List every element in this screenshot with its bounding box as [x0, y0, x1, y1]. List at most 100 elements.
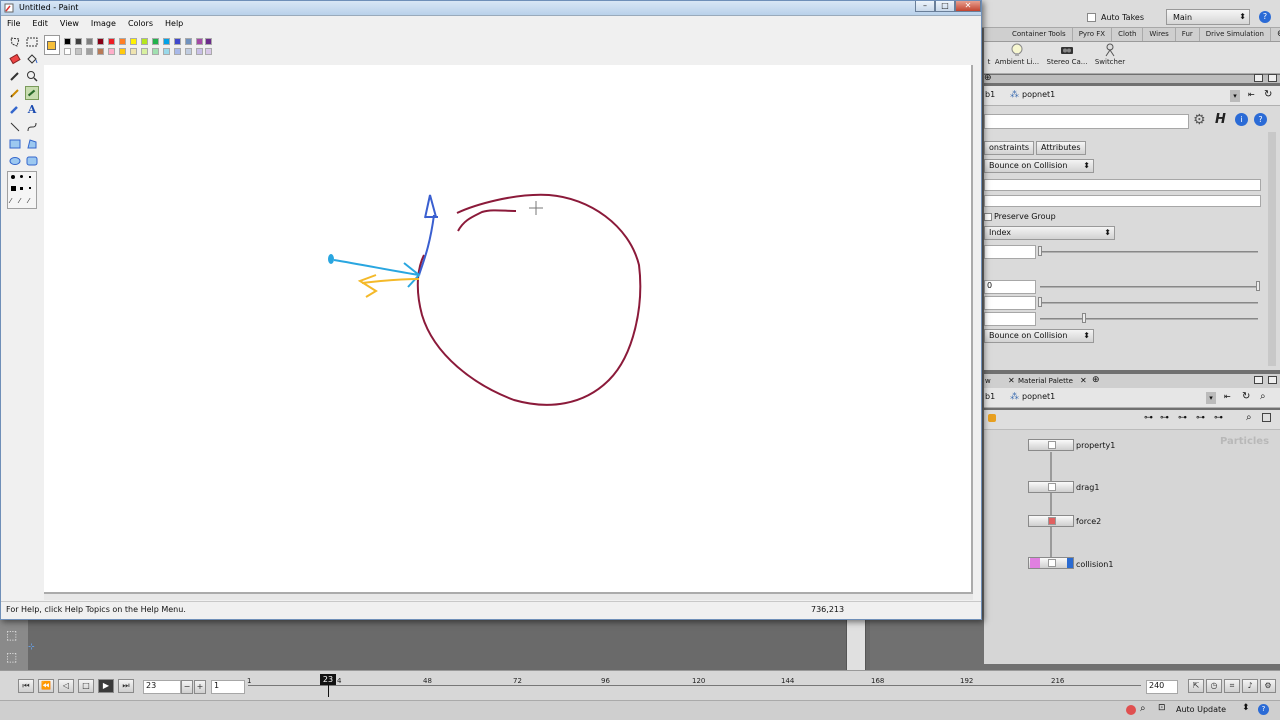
keyframe-icon[interactable]: ⌗ [1224, 679, 1240, 693]
slider-track-1[interactable] [1040, 251, 1258, 253]
options-icon[interactable]: ⚙ [1260, 679, 1276, 693]
clock-icon[interactable]: ◷ [1206, 679, 1222, 693]
palette-swatch[interactable] [141, 38, 148, 45]
maximize-button[interactable]: □ [935, 1, 955, 12]
frame-decrement-button[interactable]: − [181, 680, 193, 694]
frame-increment-button[interactable]: + [194, 680, 206, 694]
step-field[interactable]: 1 [211, 680, 245, 694]
palette-swatch[interactable] [130, 38, 137, 45]
auto-update-label[interactable]: Auto Update [1176, 705, 1226, 714]
current-frame-marker[interactable]: 23 [320, 674, 336, 685]
palette-swatch[interactable] [108, 38, 115, 45]
palette-swatch[interactable] [75, 38, 82, 45]
network-tab-material-palette[interactable]: Material Palette [1018, 377, 1073, 385]
param-scrollbar[interactable] [1268, 132, 1276, 366]
refresh-icon[interactable]: ↻ [1264, 89, 1272, 100]
brush-size-option[interactable]: ⁄ [10, 197, 11, 205]
preserve-group-checkbox[interactable] [984, 213, 992, 221]
current-colors[interactable] [44, 35, 60, 55]
node-force2[interactable] [1028, 515, 1074, 527]
eraser-icon[interactable] [8, 52, 22, 66]
menu-file[interactable]: File [1, 16, 26, 31]
path-dropdown-icon[interactable]: ▾ [1230, 90, 1240, 102]
stop-button[interactable]: □ [78, 679, 94, 693]
palette-swatch[interactable] [152, 48, 159, 55]
tab-attributes[interactable]: Attributes [1036, 141, 1086, 155]
ellipse-icon[interactable] [8, 154, 22, 168]
free-select-icon[interactable] [8, 35, 22, 49]
value-field-1[interactable] [984, 245, 1036, 259]
palette-swatch[interactable] [119, 48, 126, 55]
palette-swatch[interactable] [163, 38, 170, 45]
help-icon[interactable]: ? [1258, 704, 1269, 715]
palette-swatch[interactable] [152, 38, 159, 45]
slider-track-4[interactable] [1040, 318, 1258, 320]
palette-swatch[interactable] [75, 48, 82, 55]
palette-swatch[interactable] [86, 48, 93, 55]
palette-swatch[interactable] [185, 38, 192, 45]
brush-size-option[interactable] [29, 187, 31, 189]
brush-size-option[interactable] [11, 175, 15, 179]
group-field[interactable] [984, 179, 1261, 191]
text-tool[interactable]: A [25, 103, 39, 117]
brush-size-option[interactable]: ⁄ [19, 197, 20, 205]
menu-image[interactable]: Image [85, 16, 122, 31]
pane-divider[interactable] [846, 620, 866, 670]
maximize-icon[interactable] [1254, 376, 1263, 384]
palette-swatch[interactable] [108, 48, 115, 55]
brush-size-option[interactable] [20, 187, 23, 190]
palette-swatch[interactable] [64, 38, 71, 45]
search-icon[interactable]: ⌕ [1260, 391, 1266, 402]
palette-swatch[interactable] [163, 48, 170, 55]
close-tab-icon[interactable]: ✕ [1080, 376, 1087, 385]
palette-swatch[interactable] [174, 38, 181, 45]
help-icon[interactable]: ? [1259, 11, 1271, 23]
palette-swatch[interactable] [185, 48, 192, 55]
shelf-tab-drive-simulation[interactable]: Drive Simulation [1200, 28, 1271, 41]
palette-swatch[interactable] [64, 48, 71, 55]
network-path[interactable]: popnet1 [1022, 392, 1055, 401]
timeline-ruler[interactable] [248, 685, 1141, 686]
brush-tool[interactable] [25, 86, 39, 100]
add-tab-icon[interactable]: ⊕ [1092, 375, 1100, 385]
rect-select-icon[interactable] [25, 35, 39, 49]
handle-tool-icon[interactable]: ⬚ [6, 628, 17, 642]
pane-menu-icon[interactable] [1268, 376, 1277, 384]
help-circle-icon[interactable]: ? [1254, 113, 1267, 126]
add-pane-icon[interactable]: ⊕ [984, 73, 992, 83]
maximize-icon[interactable] [1254, 74, 1263, 82]
shelf-tab-fur[interactable]: Fur [1176, 28, 1200, 41]
line-icon[interactable] [8, 120, 22, 134]
value-field-3[interactable] [984, 296, 1036, 310]
close-button[interactable]: ✕ [955, 1, 981, 12]
refresh-icon[interactable]: ↻ [1242, 391, 1250, 402]
auto-takes-checkbox[interactable] [1087, 13, 1096, 22]
step-back-button[interactable]: ⏪ [38, 679, 54, 693]
menu-help[interactable]: Help [159, 16, 189, 31]
palette-swatch[interactable] [86, 38, 93, 45]
network-editor[interactable]: Particles [984, 430, 1280, 664]
end-frame-field[interactable]: 240 [1146, 680, 1178, 694]
palette-swatch[interactable] [119, 38, 126, 45]
palette-swatch[interactable] [97, 48, 104, 55]
palette-swatch[interactable] [97, 38, 104, 45]
tab-constraints[interactable]: onstraints [984, 141, 1034, 155]
palette-swatch[interactable] [205, 38, 212, 45]
airbrush-icon[interactable] [8, 103, 22, 117]
update-menu-icon[interactable]: ⬍ [1242, 703, 1250, 713]
close-tab-icon[interactable]: ✕ [1008, 376, 1015, 385]
pane-menu-icon[interactable] [1268, 74, 1277, 82]
node-name-field[interactable] [984, 114, 1189, 129]
palette-swatch[interactable] [174, 48, 181, 55]
rounded-rect-icon[interactable] [25, 154, 39, 168]
play-button[interactable]: ▶ [98, 679, 114, 693]
fill-bucket-icon[interactable] [25, 52, 39, 66]
slider-knob-1[interactable] [1038, 246, 1042, 256]
polygon-icon[interactable] [25, 137, 39, 151]
color-picker-icon[interactable] [8, 69, 22, 83]
magnifier-icon[interactable] [25, 69, 39, 83]
paint-title-bar[interactable]: Untitled - Paint – □ ✕ [1, 1, 981, 16]
jump-to-end-button[interactable]: ⏭ [118, 679, 134, 693]
shelf-tool-switcher[interactable]: Switcher [1085, 42, 1135, 66]
shelf-tab-pyro-fx[interactable]: Pyro FX [1073, 28, 1113, 41]
